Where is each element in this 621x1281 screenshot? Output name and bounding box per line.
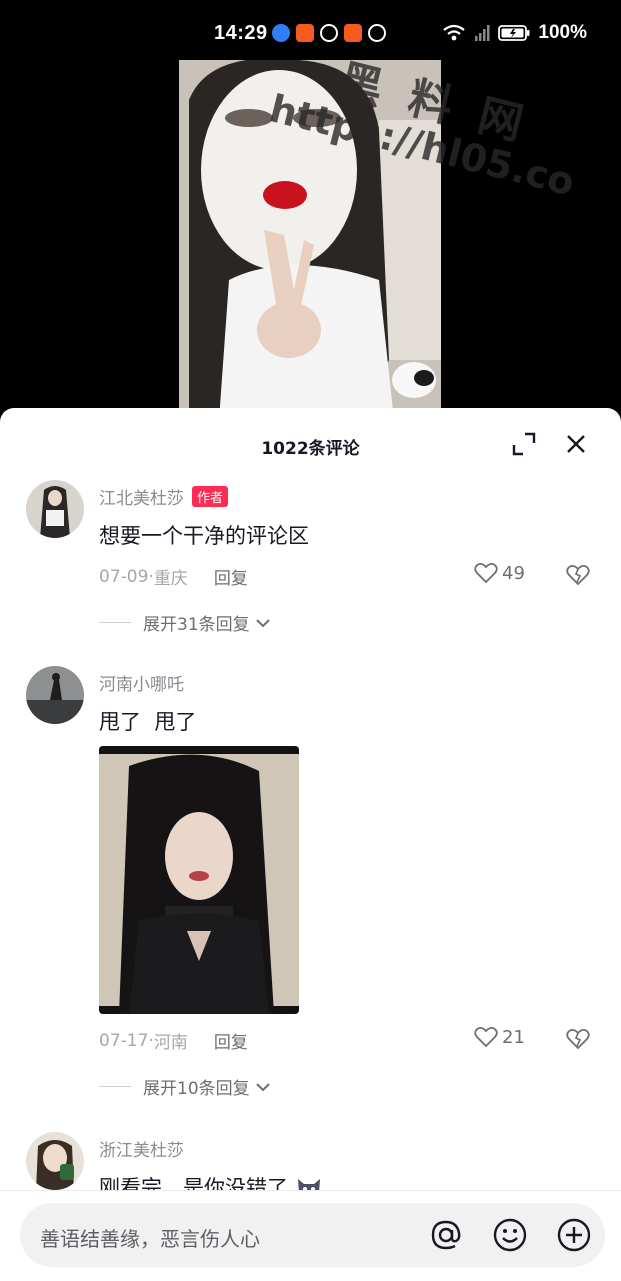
battery-percentage: 100%	[538, 22, 587, 43]
add-icon[interactable]	[556, 1217, 592, 1253]
broken-heart-icon[interactable]	[566, 1028, 590, 1050]
expand-icon[interactable]	[510, 430, 538, 458]
comment-date: 07-09	[99, 566, 149, 587]
expand-replies-button[interactable]: 展开10条回复	[99, 1074, 272, 1099]
close-icon[interactable]	[562, 430, 590, 458]
comment-date: 07-17	[99, 1030, 149, 1051]
reply-button[interactable]: 回复	[214, 1028, 248, 1053]
comment-input-bar: 善语结善缘，恶言伤人心	[0, 1190, 621, 1281]
comment-meta: 07-09 · 重庆 回复	[99, 564, 248, 590]
emoji-icon[interactable]	[492, 1217, 528, 1253]
expand-replies-label: 展开31条回复	[143, 615, 250, 635]
comment-username[interactable]: 河南小哪吒	[99, 670, 184, 695]
heart-icon	[474, 1027, 498, 1048]
comment-location: 重庆	[153, 569, 188, 589]
comment-image[interactable]	[99, 746, 299, 1014]
divider-line	[99, 1086, 131, 1087]
clock-icon	[368, 24, 386, 42]
divider-line	[99, 622, 131, 623]
mention-icon[interactable]	[428, 1217, 464, 1253]
like-count: 49	[502, 562, 525, 584]
status-bar: 14:29 100%	[0, 0, 621, 60]
comment-sheet: 1022条评论 江北美杜莎 作者 想要一个干净的评论区 07-09 · 重庆 回…	[0, 408, 621, 1280]
comment-location: 河南	[153, 1033, 188, 1053]
comment-username[interactable]: 江北美杜莎 作者	[99, 484, 229, 509]
broken-heart-icon[interactable]	[566, 564, 590, 586]
comment-username[interactable]: 浙江美杜莎	[99, 1136, 184, 1161]
like-button[interactable]: 49	[474, 562, 525, 584]
signal-icon	[320, 24, 338, 42]
app-icon-orange	[296, 24, 314, 42]
chevron-down-icon	[255, 1082, 270, 1091]
expand-replies-button[interactable]: 展开31条回复	[99, 610, 272, 635]
username-text[interactable]: 江北美杜莎	[99, 489, 184, 509]
app-icon-blue	[272, 24, 290, 42]
author-badge: 作者	[192, 486, 229, 507]
like-button[interactable]: 21	[474, 1026, 525, 1048]
comment-sheet-header: 1022条评论	[0, 408, 621, 482]
notification-icons	[272, 24, 386, 42]
wifi-icon	[443, 24, 466, 41]
avatar[interactable]	[26, 480, 84, 538]
expand-replies-label: 展开10条回复	[143, 1079, 250, 1099]
cellular-icon	[475, 25, 490, 41]
comment-meta: 07-17 · 河南 回复	[99, 1028, 248, 1054]
avatar[interactable]	[26, 1132, 84, 1190]
app-icon-orange	[344, 24, 362, 42]
status-right: 100%	[442, 22, 587, 44]
avatar[interactable]	[26, 666, 84, 724]
status-time: 14:29	[214, 22, 268, 44]
chevron-down-icon	[255, 618, 270, 627]
comment-text: 想要一个干净的评论区	[99, 524, 309, 548]
comment-input-placeholder: 善语结善缘，恶言伤人心	[40, 1227, 260, 1251]
comment-input[interactable]: 善语结善缘，恶言伤人心	[20, 1203, 605, 1267]
heart-icon	[474, 563, 498, 584]
battery-icon	[498, 25, 530, 41]
like-count: 21	[502, 1026, 525, 1048]
comment-text: 甩了 甩了	[99, 710, 197, 734]
reply-button[interactable]: 回复	[214, 564, 248, 589]
